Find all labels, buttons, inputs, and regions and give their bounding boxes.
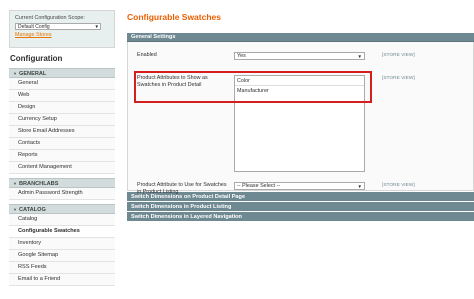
main-content: General Settings Enabled Yes ▼ [STORE VI… xyxy=(127,33,474,222)
general-settings-body: Enabled Yes ▼ [STORE VIEW] Product Attri… xyxy=(127,42,474,195)
listing-attribute-scope-tag: [STORE VIEW] xyxy=(382,183,415,188)
listing-attribute-label: Product Attribute to Use for Swatches in… xyxy=(137,182,227,195)
sidebar-title: Configuration xyxy=(10,54,63,63)
sidebar-item-email-friend[interactable]: Email to a Friend xyxy=(9,274,115,286)
section-header-dimensions-layered-nav[interactable]: Switch Dimensions in Layered Navigation xyxy=(127,212,474,222)
sidebar-item-general[interactable]: General xyxy=(9,78,115,90)
manage-stores-link[interactable]: Manage Stores xyxy=(15,32,109,38)
sidebar-item-web[interactable]: Web xyxy=(9,90,115,102)
sidebar-item-rss-feeds[interactable]: RSS Feeds xyxy=(9,262,115,274)
sidebar-item-currency-setup[interactable]: Currency Setup xyxy=(9,114,115,126)
group-branchlabs[interactable]: ▼ BRANCHLABS xyxy=(9,178,115,188)
sidebar: Current Configuration Scope: Default Con… xyxy=(9,10,115,299)
scope-label: Current Configuration Scope: xyxy=(15,15,85,21)
sidebar-item-admin-password[interactable]: Admin Password Strength xyxy=(9,188,115,200)
scope-select[interactable]: Default Config ▼ xyxy=(15,23,101,30)
sidebar-item-inventory[interactable]: Inventory xyxy=(9,238,115,250)
section-header-general-settings[interactable]: General Settings xyxy=(127,33,474,42)
sidebar-item-reports[interactable]: Reports xyxy=(9,150,115,162)
sidebar-item-content-management[interactable]: Content Management xyxy=(9,162,115,174)
sidebar-item-catalog[interactable]: Catalog xyxy=(9,214,115,226)
page-title: Configurable Swatches xyxy=(127,12,221,22)
sidebar-item-configurable-swatches[interactable]: Configurable Swatches xyxy=(9,226,115,238)
enabled-scope-tag: [STORE VIEW] xyxy=(382,53,415,58)
scope-switcher: Current Configuration Scope: Default Con… xyxy=(9,10,115,48)
sidebar-item-google-sitemap[interactable]: Google Sitemap xyxy=(9,250,115,262)
collapse-triangle-icon: ▼ xyxy=(13,207,17,212)
chevron-down-icon: ▼ xyxy=(357,54,362,59)
sidebar-item-design[interactable]: Design xyxy=(9,102,115,114)
swatch-attributes-scope-tag: [STORE VIEW] xyxy=(382,76,415,81)
collapse-triangle-icon: ▼ xyxy=(13,181,17,186)
highlight-box xyxy=(134,71,372,103)
collapse-triangle-icon: ▼ xyxy=(13,71,17,76)
chevron-down-icon: ▼ xyxy=(357,184,362,189)
group-general[interactable]: ▼ GENERAL xyxy=(9,68,115,78)
listing-attribute-select[interactable]: -- Please Select -- ▼ xyxy=(234,182,365,190)
enabled-label: Enabled xyxy=(137,52,157,58)
section-header-dimensions-listing[interactable]: Switch Dimensions in Product Listing xyxy=(127,202,474,212)
enabled-select[interactable]: Yes ▼ xyxy=(234,52,365,60)
enabled-select-value: Yes xyxy=(237,53,246,59)
sidebar-item-contacts[interactable]: Contacts xyxy=(9,138,115,150)
listing-attribute-select-value: -- Please Select -- xyxy=(237,183,281,189)
group-catalog[interactable]: ▼ CATALOG xyxy=(9,204,115,214)
sidebar-item-store-email[interactable]: Store Email Addresses xyxy=(9,126,115,138)
scope-select-value: Default Config xyxy=(18,24,50,30)
chevron-down-icon: ▼ xyxy=(94,24,99,29)
